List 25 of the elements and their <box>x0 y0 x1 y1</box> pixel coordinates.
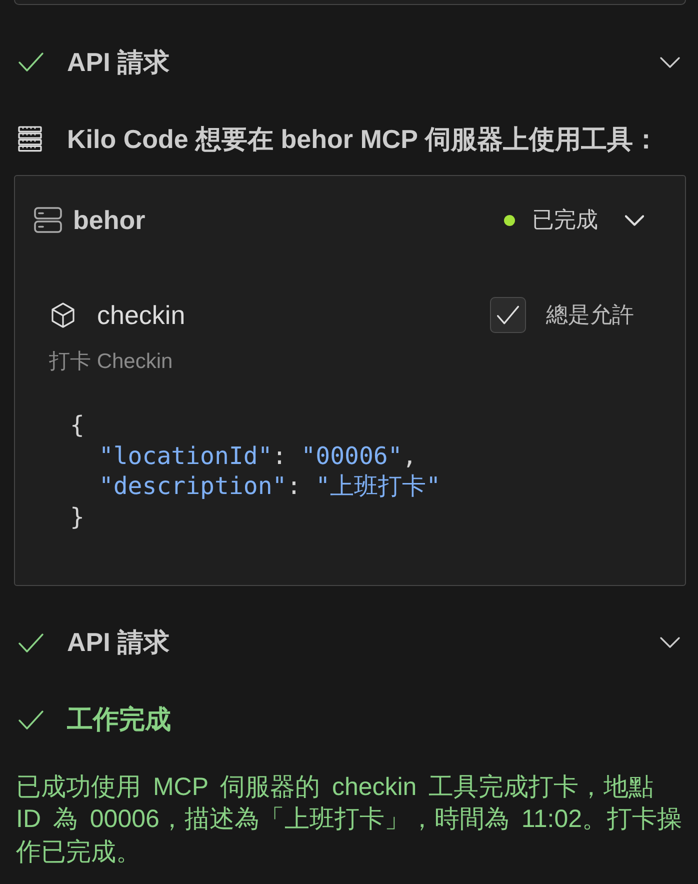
server-rack-icon <box>18 126 42 152</box>
always-allow-label: 總是允許 <box>546 301 634 329</box>
check-icon <box>18 710 44 730</box>
checkmark-icon <box>496 304 520 326</box>
always-allow-checkbox[interactable] <box>490 297 526 333</box>
tool-name: checkin <box>97 300 186 330</box>
status-label: 已完成 <box>532 206 598 234</box>
server-icon <box>34 207 62 233</box>
tool-description: 打卡 Checkin <box>49 350 173 374</box>
check-icon <box>18 52 44 72</box>
code-line: } <box>70 502 84 533</box>
chevron-down-icon[interactable] <box>660 637 680 648</box>
step-title: API 請求 <box>67 626 170 660</box>
step-title: Kilo Code 想要在 behor MCP 伺服器上使用工具： <box>67 122 659 156</box>
check-icon <box>18 632 44 653</box>
code-line: "locationId": "00006", <box>98 440 417 472</box>
code-line: "description": "上班打卡" <box>98 471 441 502</box>
server-name: behor <box>73 204 146 236</box>
code-line: { <box>70 410 84 441</box>
cube-icon <box>50 302 76 328</box>
step-title: API 請求 <box>67 46 170 78</box>
step-title: 工作完成 <box>67 703 171 736</box>
completion-message: 已成功使用 MCP 伺服器的 checkin 工具完成打卡，地點 ID 為 00006，描述為「上班打卡」，時間為 11:02。打卡操作已完成。 <box>16 772 684 868</box>
chevron-down-icon[interactable] <box>625 214 644 226</box>
chevron-down-icon[interactable] <box>660 56 680 68</box>
